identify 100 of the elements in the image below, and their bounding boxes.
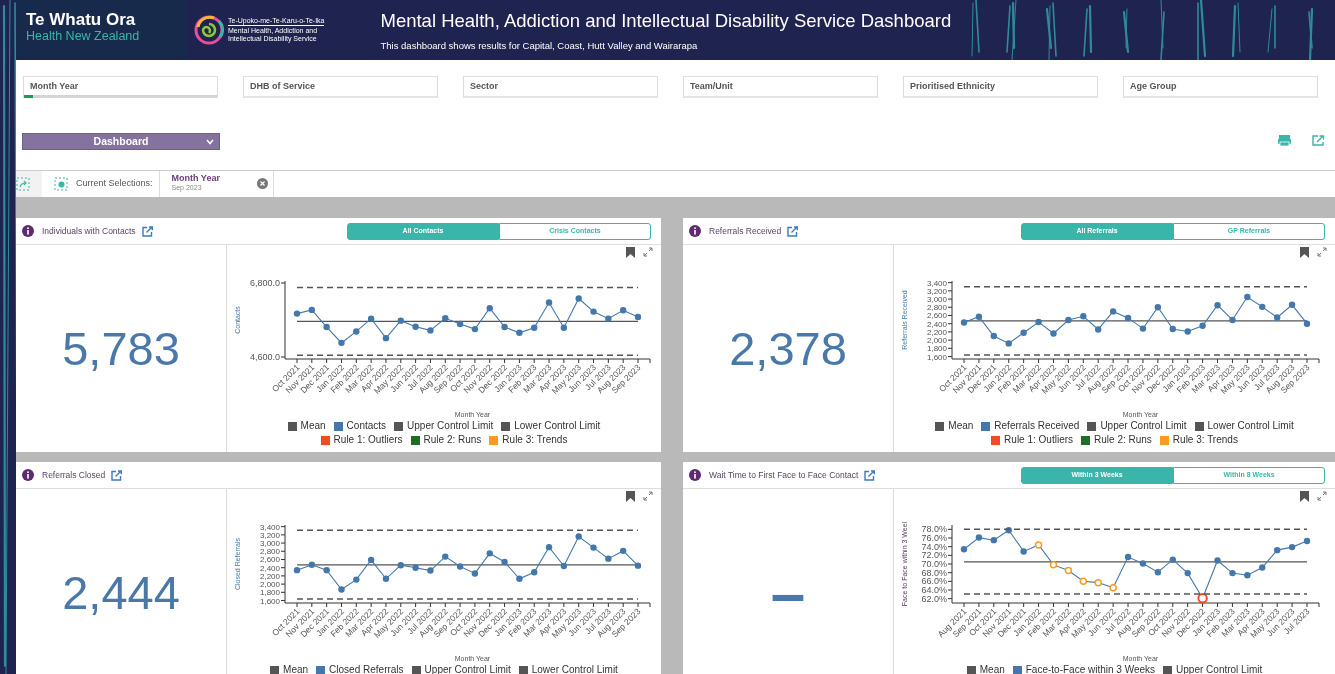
data-point — [486, 305, 493, 312]
org-name: Te Whatu Ora — [26, 10, 136, 29]
info-icon[interactable] — [689, 225, 701, 237]
bookmark-icon[interactable] — [1300, 491, 1309, 502]
filter-field[interactable]: DHB of Service — [243, 76, 438, 98]
open-link-icon[interactable] — [111, 469, 123, 481]
legend-label: Rule 3: Trends — [1172, 433, 1238, 447]
data-point — [545, 543, 553, 551]
y-tick-label: 78.0% — [921, 524, 947, 535]
y-tick-label: 3,400 — [259, 522, 280, 532]
y-tick-label: 6,800.0 — [249, 278, 280, 288]
data-point — [1244, 293, 1251, 301]
info-icon[interactable] — [22, 469, 34, 481]
data-point — [1109, 308, 1117, 315]
data-point — [634, 562, 642, 569]
data-point — [397, 562, 404, 569]
data-point — [323, 566, 330, 574]
data-point — [427, 327, 434, 334]
kpi-value: – — [770, 561, 806, 624]
data-point — [308, 306, 316, 314]
data-point — [471, 570, 479, 577]
open-link-icon[interactable] — [787, 225, 799, 237]
org-subtitle: Health New Zealand — [26, 29, 140, 43]
expand-icon[interactable] — [643, 247, 653, 257]
data-point — [1154, 304, 1162, 311]
legend-label: Referrals Received — [994, 419, 1080, 433]
data-point — [353, 328, 360, 335]
data-point — [456, 563, 464, 570]
legend-label: Contacts — [346, 419, 387, 433]
data-point — [397, 317, 404, 324]
filter-field[interactable]: Sector — [463, 76, 658, 98]
current-selections-label: Current Selections: — [76, 177, 153, 191]
info-icon[interactable] — [689, 469, 701, 481]
y-tick-label: 64.0% — [921, 585, 947, 595]
data-point — [412, 323, 419, 330]
y-tick-label: 3,000 — [926, 295, 947, 305]
data-point — [531, 324, 538, 331]
y-tick-label: 66.0% — [921, 576, 947, 587]
y-tick-label: 1,600 — [259, 596, 280, 606]
legend-label: Mean — [283, 663, 309, 674]
data-point — [1050, 330, 1057, 337]
legend-label: Rule 1: Outliers — [1004, 433, 1074, 447]
data-point — [1288, 301, 1296, 308]
dashboard-title: Mental Health, Addiction and Intellectual Disability Service Dashboard — [380, 10, 952, 32]
data-point — [1184, 328, 1191, 335]
bookmark-icon[interactable] — [626, 247, 635, 258]
print-icon[interactable] — [1278, 135, 1291, 146]
legend-label: Mean — [979, 663, 1005, 674]
open-link-icon[interactable] — [864, 469, 876, 481]
open-link-icon[interactable] — [141, 225, 153, 237]
expand-icon[interactable] — [643, 491, 653, 501]
info-icon[interactable] — [22, 225, 34, 237]
data-point — [323, 323, 330, 331]
data-point — [412, 564, 419, 571]
y-tick-label: 2,400 — [259, 563, 280, 573]
data-point — [1139, 325, 1147, 332]
panel-title: Individuals with Contacts — [42, 224, 136, 238]
kpi-value: 2,378 — [729, 325, 847, 372]
expand-icon[interactable] — [1317, 247, 1327, 257]
y-tick-label: 2,800 — [259, 547, 280, 557]
data-point — [442, 553, 449, 560]
bookmark-icon[interactable] — [1300, 247, 1309, 258]
filter-field[interactable]: Age Group — [1123, 76, 1318, 98]
y-tick-label: 3,000 — [259, 539, 280, 549]
y-tick-label: 3,200 — [259, 530, 280, 540]
legend-label: Lower Control Limit — [1207, 419, 1294, 433]
legend-label: Face-to-Face within 3 Weeks — [1025, 663, 1156, 674]
expand-icon[interactable] — [1317, 491, 1327, 501]
sheet-dropdown[interactable]: Dashboard — [22, 133, 220, 150]
y-tick-label: 2,400 — [926, 319, 947, 329]
data-point — [382, 334, 390, 342]
panel-title: Referrals Closed — [42, 468, 106, 482]
filter-field[interactable]: Prioritised Ethnicity — [903, 76, 1098, 98]
data-point — [545, 299, 553, 306]
bookmark-icon[interactable] — [626, 491, 635, 502]
y-tick-label: 2,200 — [259, 571, 280, 581]
clear-selections-icon[interactable] — [54, 177, 68, 191]
data-point — [975, 313, 983, 320]
y-tick-label: 3,400 — [926, 278, 947, 288]
data-point — [1124, 314, 1132, 322]
data-point — [338, 339, 345, 347]
data-point — [575, 533, 582, 540]
data-point — [1259, 303, 1266, 311]
data-point — [560, 324, 568, 331]
data-point — [605, 315, 612, 322]
legend-label: Closed Referrals — [329, 663, 404, 674]
data-point — [486, 550, 493, 557]
export-icon[interactable] — [1312, 135, 1325, 146]
data-point — [456, 320, 464, 328]
data-point — [531, 569, 538, 576]
data-point — [353, 576, 360, 583]
filter-field[interactable]: Team/Unit — [683, 76, 878, 98]
data-point — [619, 307, 627, 314]
close-icon[interactable] — [256, 178, 268, 189]
data-point — [501, 558, 508, 566]
filter-field[interactable]: Month Year — [23, 76, 218, 98]
dashboard-subtitle: This dashboard shows results for Capital, Coast, Hutt Valley and Wairarapa — [380, 39, 698, 53]
y-tick-label: 76.0% — [921, 533, 947, 543]
data-point — [1005, 340, 1012, 347]
y-tick-label: 2,000 — [926, 336, 947, 346]
